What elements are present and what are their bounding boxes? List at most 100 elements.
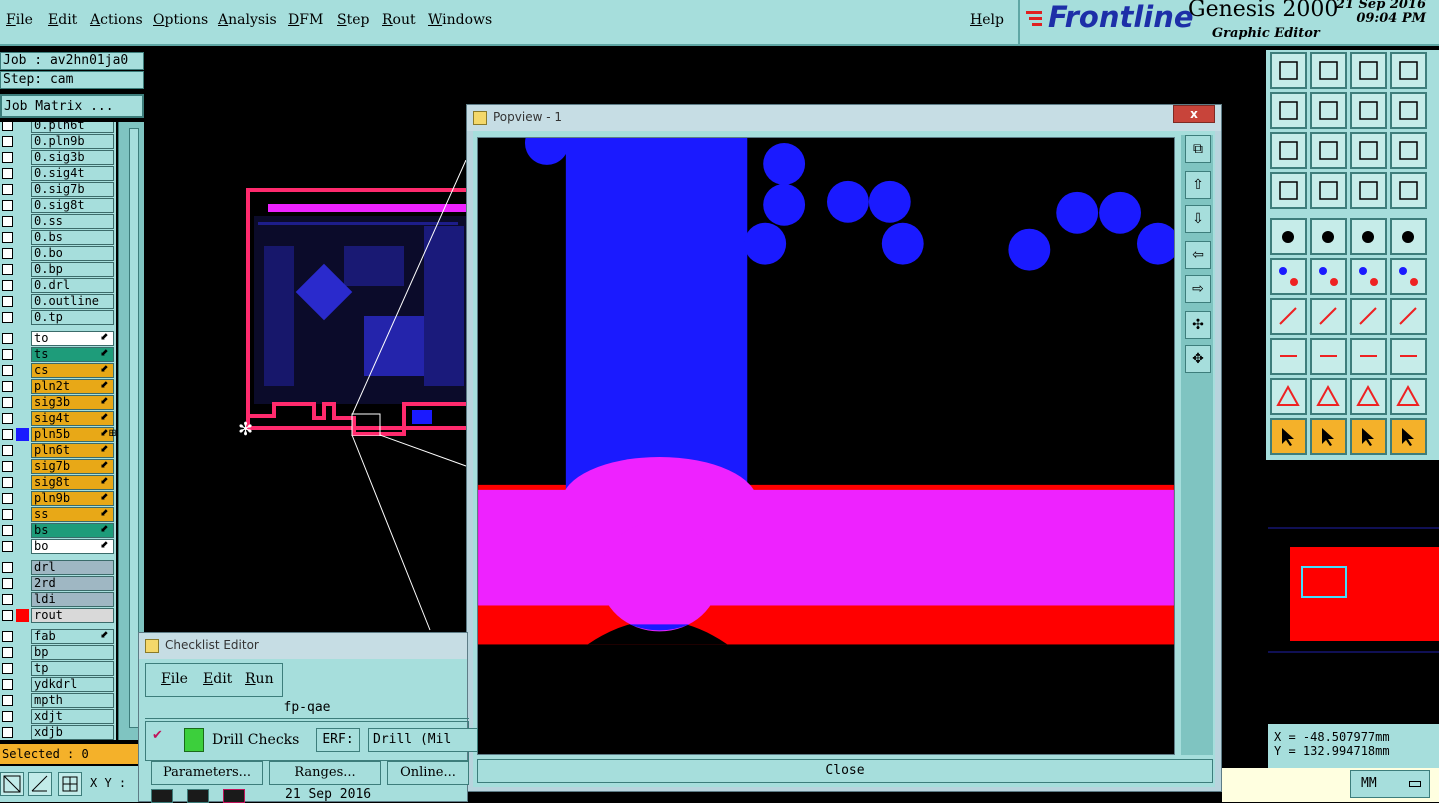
- layer-name[interactable]: 0.sig3b: [31, 150, 114, 165]
- menu-step[interactable]: Step: [337, 12, 369, 28]
- layer-checkbox[interactable]: [2, 711, 13, 722]
- units-select[interactable]: MM: [1350, 770, 1430, 798]
- measure-icon[interactable]: [28, 772, 52, 796]
- layer-name[interactable]: 0.outline: [31, 294, 114, 309]
- layer-row[interactable]: sig4t ⬋: [0, 411, 116, 426]
- layer-row[interactable]: 0.drl: [0, 278, 116, 293]
- mirror-icon[interactable]: [1390, 298, 1427, 335]
- layer-checkbox[interactable]: [2, 397, 13, 408]
- triangle-4-icon[interactable]: [1390, 378, 1427, 415]
- layer-row[interactable]: 0.ss: [0, 214, 116, 229]
- select-icon[interactable]: [1270, 418, 1307, 455]
- menu-help[interactable]: Help: [970, 12, 1004, 28]
- layer-row[interactable]: 0.bp: [0, 262, 116, 277]
- layer-checkbox[interactable]: [2, 264, 13, 275]
- layer-row[interactable]: pln9b ⬋: [0, 491, 116, 506]
- pad-icon[interactable]: [1270, 218, 1307, 255]
- layer-checkbox[interactable]: [2, 578, 13, 589]
- snap-icon[interactable]: [1270, 172, 1307, 209]
- erf-input[interactable]: Drill (Mil: [368, 728, 478, 752]
- layer-checkbox[interactable]: [2, 647, 13, 658]
- check-enabled-icon[interactable]: ✔: [152, 728, 163, 743]
- move-pad-icon[interactable]: [1350, 258, 1387, 295]
- triangle-icon[interactable]: [1270, 378, 1307, 415]
- layer-checkbox[interactable]: [2, 381, 13, 392]
- layer-row[interactable]: 0.outline: [0, 294, 116, 309]
- layer-checkbox[interactable]: [2, 525, 13, 536]
- layer-row[interactable]: 2rd: [0, 576, 116, 591]
- layer-checkbox[interactable]: [2, 610, 13, 621]
- menu-dfm[interactable]: DFM: [288, 12, 323, 28]
- layer-checkbox[interactable]: [2, 122, 13, 131]
- layer-checkbox[interactable]: [2, 631, 13, 642]
- layer-checkbox[interactable]: [2, 445, 13, 456]
- layer-row[interactable]: drl: [0, 560, 116, 575]
- layer-name[interactable]: 0.ss: [31, 214, 114, 229]
- dash-line-icon[interactable]: [1310, 338, 1347, 375]
- move-down-icon[interactable]: [1310, 52, 1347, 89]
- layer-name[interactable]: 0.pln6t: [31, 122, 114, 133]
- layer-checkbox[interactable]: [2, 663, 13, 674]
- layer-row[interactable]: 0.pln9b: [0, 134, 116, 149]
- circle-pad-icon[interactable]: [1390, 218, 1427, 255]
- layer-row[interactable]: 0.sig3b: [0, 150, 116, 165]
- layer-checkbox[interactable]: [2, 727, 13, 738]
- checklist-menu-run[interactable]: Run: [245, 671, 274, 687]
- route-icon[interactable]: [1310, 172, 1347, 209]
- layer-name[interactable]: xdjt: [31, 709, 114, 724]
- draw-line-icon[interactable]: [1310, 298, 1347, 335]
- connect-icon[interactable]: [1270, 258, 1307, 295]
- rotate-icon[interactable]: [1350, 298, 1387, 335]
- ranges-button[interactable]: Ranges...: [269, 761, 381, 785]
- layer-name[interactable]: tp: [31, 661, 114, 676]
- layer-checkbox[interactable]: [2, 280, 13, 291]
- layer-name[interactable]: rout: [31, 608, 114, 623]
- delete-icon[interactable]: [1310, 258, 1347, 295]
- pan-up-icon[interactable]: ⇧: [1185, 171, 1211, 199]
- zoom-out-icon[interactable]: ✥: [1185, 345, 1211, 373]
- popview-canvas[interactable]: [477, 137, 1175, 755]
- pan-down-icon[interactable]: ⇩: [1185, 205, 1211, 233]
- zoom-in-icon[interactable]: ✣: [1185, 311, 1211, 339]
- layer-row[interactable]: bo ⬋: [0, 539, 116, 554]
- menu-analysis[interactable]: Analysis: [218, 12, 277, 28]
- layer-checkbox[interactable]: [2, 296, 13, 307]
- layer-name[interactable]: 0.sig7b: [31, 182, 114, 197]
- parameters-button[interactable]: Parameters...: [151, 761, 263, 785]
- layer-checkbox[interactable]: [2, 594, 13, 605]
- layer-row[interactable]: rout: [0, 608, 116, 623]
- popview-close-x-button[interactable]: x: [1173, 105, 1215, 123]
- layer-name[interactable]: mpth: [31, 693, 114, 708]
- layer-row[interactable]: bp: [0, 645, 116, 660]
- layer-name[interactable]: 0.drl: [31, 278, 114, 293]
- layer-row[interactable]: pln5b ⬋⊞: [0, 427, 116, 442]
- layer-row[interactable]: bs ⬋: [0, 523, 116, 538]
- layer-toggle-2-icon[interactable]: [1390, 172, 1427, 209]
- layer-name[interactable]: drl: [31, 560, 114, 575]
- layer-checkbox[interactable]: [2, 333, 13, 344]
- zoom-box-icon[interactable]: [1310, 132, 1347, 169]
- layer-name[interactable]: 2rd: [31, 576, 114, 591]
- layer-name[interactable]: bp: [31, 645, 114, 660]
- layer-checkbox[interactable]: [2, 413, 13, 424]
- menu-windows[interactable]: Windows: [428, 12, 492, 28]
- layer-row[interactable]: 0.bo: [0, 246, 116, 261]
- help-icon[interactable]: [1390, 132, 1427, 169]
- pan-right-icon[interactable]: [1310, 92, 1347, 129]
- layer-name[interactable]: 0.pln9b: [31, 134, 114, 149]
- layer-checkbox[interactable]: [2, 365, 13, 376]
- popview-titlebar[interactable]: Popview - 1: [467, 105, 1221, 131]
- layer-row[interactable]: ydkdrl: [0, 677, 116, 692]
- layer-row[interactable]: ldi: [0, 592, 116, 607]
- layer-name[interactable]: 0.tp: [31, 310, 114, 325]
- layer-row[interactable]: 0.sig8t: [0, 198, 116, 213]
- layer-name[interactable]: ydkdrl: [31, 677, 114, 692]
- resize-icon[interactable]: [1270, 338, 1307, 375]
- line-icon[interactable]: [1310, 218, 1347, 255]
- layer-row[interactable]: pln6t ⬋: [0, 443, 116, 458]
- menu-rout[interactable]: Rout: [382, 12, 416, 28]
- zoom-icon[interactable]: [0, 772, 24, 796]
- layer-checkbox[interactable]: [2, 168, 13, 179]
- job-matrix-button[interactable]: Job Matrix ...: [0, 94, 144, 118]
- checklist-menu-file[interactable]: File: [161, 671, 188, 687]
